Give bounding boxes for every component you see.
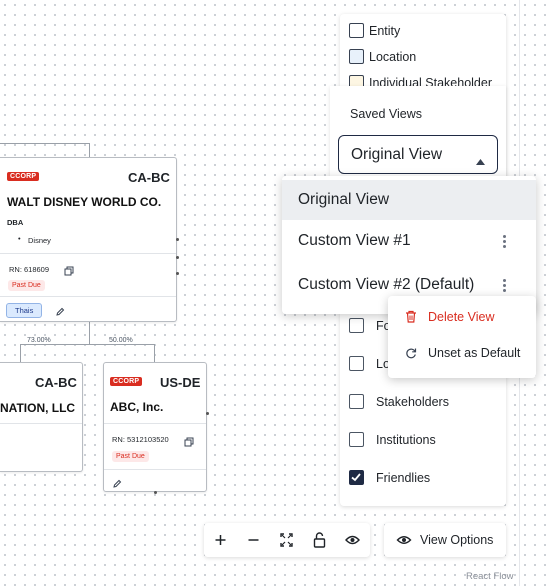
node-footer	[104, 469, 206, 470]
dba-label: DBA	[7, 218, 24, 227]
eye-icon	[345, 535, 360, 545]
entity-name: WALT DISNEY WORLD CO.	[7, 195, 162, 209]
node-divider	[104, 423, 206, 424]
plus-icon	[215, 535, 226, 545]
copy-icon[interactable]	[184, 434, 194, 452]
saved-view-select[interactable]: Original View	[338, 135, 498, 174]
refresh-icon	[405, 346, 417, 364]
view-option-label: Original View	[298, 191, 390, 208]
node-divider	[0, 423, 82, 424]
entity-node-walt-disney[interactable]: CCORP CA-BC WALT DISNEY WORLD CO. DBA • …	[0, 157, 177, 322]
entity-name: ABC, Inc.	[110, 400, 164, 414]
connection-handle[interactable]	[206, 412, 209, 415]
connection-handle[interactable]	[154, 491, 157, 494]
saved-views-dropdown: Original View Custom View #1 Custom View…	[282, 176, 536, 314]
delete-view-label: Delete View	[428, 310, 495, 324]
entity-node-abc-inc[interactable]: CCORP US-DE ABC, Inc. RN: 5312103520 Pas…	[103, 362, 207, 492]
edge-top-vertical	[89, 143, 90, 157]
unlock-icon	[313, 532, 326, 548]
connection-handle[interactable]	[176, 238, 179, 241]
jurisdiction-code: CA-BC	[128, 170, 170, 185]
unset-default-label: Unset as Default	[428, 346, 521, 360]
minus-icon	[248, 539, 259, 541]
edge-top-horizontal	[0, 143, 89, 144]
eye-icon	[396, 536, 412, 544]
filter-checkbox-stakeholders[interactable]	[349, 394, 364, 409]
fit-view-button[interactable]	[270, 523, 303, 557]
copy-icon[interactable]	[64, 263, 74, 281]
edit-icon[interactable]	[55, 304, 65, 321]
edge-branch-left	[20, 344, 21, 362]
corp-badge: CCORP	[7, 172, 40, 181]
unset-default-item[interactable]: Unset as Default	[388, 338, 536, 368]
trash-icon	[405, 310, 417, 328]
flow-controls	[204, 523, 370, 557]
view-context-menu: Delete View Unset as Default	[388, 296, 536, 378]
selected-view-label: Original View	[351, 146, 443, 163]
legend-swatch-location	[349, 49, 364, 64]
fit-view-icon	[280, 533, 293, 547]
edge-branch-horizontal	[20, 344, 155, 345]
filter-label-institutions: Institutions	[376, 433, 436, 447]
dba-item: Disney	[28, 236, 51, 245]
more-vertical-icon[interactable]	[503, 279, 507, 293]
registration-number: RN: 5312103520	[112, 435, 169, 444]
view-option-label: Custom View #2 (Default)	[298, 276, 475, 293]
dba-bullet: •	[18, 234, 21, 243]
legend-label-entity: Entity	[369, 24, 401, 38]
edge-down-trunk	[89, 322, 90, 344]
edge-label-left: 73.00%	[26, 337, 52, 344]
node-footer	[0, 296, 176, 297]
status-badge: Past Due	[112, 451, 149, 462]
view-option-label: Custom View #1	[298, 232, 411, 249]
filter-label-friendlies: Friendlies	[376, 471, 431, 485]
view-option-original[interactable]: Original View	[282, 180, 536, 220]
view-option-custom-1[interactable]: Custom View #1	[282, 220, 536, 260]
lock-button[interactable]	[303, 523, 336, 557]
caret-up-icon	[476, 152, 485, 170]
delete-view-item[interactable]: Delete View	[388, 302, 536, 332]
view-options-button[interactable]: View Options	[384, 523, 506, 557]
zoom-in-button[interactable]	[204, 523, 237, 557]
jurisdiction-code: US-DE	[160, 375, 201, 390]
connection-handle[interactable]	[176, 272, 179, 275]
check-icon	[351, 473, 361, 482]
assignee-tag[interactable]: Thais	[6, 303, 43, 318]
filter-checkbox-fo[interactable]	[349, 318, 364, 333]
edge-branch-right	[154, 344, 155, 362]
entity-node-nation-llc[interactable]: CA-BC NATION, LLC	[0, 362, 83, 472]
more-vertical-icon[interactable]	[503, 235, 507, 249]
legend-label-location: Location	[369, 50, 417, 64]
filter-checkbox-friendlies[interactable]	[349, 470, 364, 485]
corp-badge: CCORP	[110, 377, 143, 386]
jurisdiction-code: CA-BC	[35, 375, 77, 390]
zoom-out-button[interactable]	[237, 523, 270, 557]
status-badge: Past Due	[8, 280, 45, 291]
view-options-label: View Options	[420, 533, 494, 547]
filter-label-stakeholders: Stakeholders	[376, 395, 449, 409]
registration-number: RN: 618609	[9, 265, 50, 274]
filter-checkbox-lo[interactable]	[349, 356, 364, 371]
entity-name: NATION, LLC	[0, 401, 76, 415]
connection-handle[interactable]	[176, 256, 179, 259]
edit-icon[interactable]	[112, 476, 122, 491]
edge-label-right: 50.00%	[108, 337, 134, 344]
toggle-visibility-button[interactable]	[336, 523, 369, 557]
saved-views-title: Saved Views	[350, 107, 423, 121]
react-flow-attribution[interactable]: React Flow	[466, 571, 514, 582]
filter-checkbox-institutions[interactable]	[349, 432, 364, 447]
legend-swatch-entity	[349, 23, 364, 38]
